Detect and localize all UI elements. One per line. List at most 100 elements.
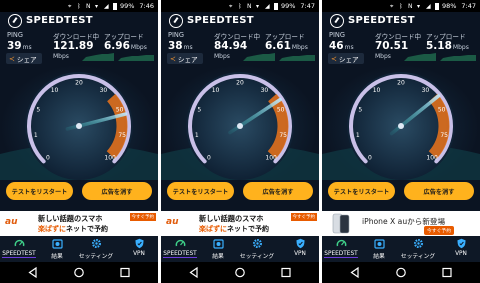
- ad-reserve-button[interactable]: 今すぐ予約: [424, 226, 454, 235]
- nfc-icon: N: [246, 2, 252, 10]
- back-icon[interactable]: [187, 266, 201, 279]
- recent-apps-icon[interactable]: [279, 266, 293, 279]
- ad-banner[interactable]: au 新しい話題のスマホ 楽ぱずにネットで予約 今すぐ予約: [0, 211, 158, 236]
- gauge-tick-label-100: 100: [265, 155, 277, 162]
- speedometer-icon: [336, 239, 346, 247]
- action-buttons: テストをリスタート 広告を消す: [322, 182, 480, 200]
- tab-settings[interactable]: セッティング: [396, 238, 440, 262]
- gauge-tick-label-10: 10: [212, 87, 220, 94]
- gauge-tick-label-0: 0: [207, 155, 211, 162]
- share-label: シェア: [16, 55, 37, 64]
- upload-sparkline: [118, 55, 154, 61]
- gauge-tick-label-0: 0: [46, 155, 50, 162]
- gauge-tick-label-5: 5: [197, 107, 201, 114]
- vpn-shield-icon: [295, 238, 305, 249]
- ping-label: PING: [168, 31, 184, 39]
- status-bar: ⌖ ᛒ N ▾ ◢ 98% 7:47: [322, 0, 480, 12]
- au-logo: au: [5, 217, 18, 227]
- ad-banner[interactable]: iPhone X auから新登場 今すぐ予約: [322, 211, 480, 236]
- speedometer-icon: [14, 239, 24, 247]
- ad-banner[interactable]: au 新しい話題のスマホ 楽ぱずにネットで予約 今すぐ予約: [161, 211, 319, 236]
- home-icon[interactable]: [72, 266, 86, 279]
- recent-apps-icon[interactable]: [118, 266, 132, 279]
- tab-vpn[interactable]: VPN: [285, 238, 315, 262]
- ad-headline: 新しい話題のスマホ: [199, 214, 264, 223]
- share-icon: ≺: [9, 54, 15, 63]
- nfc-icon: N: [407, 2, 413, 10]
- status-bar: ⌖ ᛒ N ▾ ◢ 99% 7:47: [161, 0, 319, 12]
- tab-results[interactable]: 結果: [207, 238, 229, 262]
- home-icon[interactable]: [233, 266, 247, 279]
- gauge-svg: 0 1 5 10 20 30 50 75 100: [161, 72, 319, 180]
- bluetooth-icon: ᛒ: [76, 2, 81, 10]
- remove-ads-button[interactable]: 広告を消す: [243, 182, 313, 200]
- remove-ads-button[interactable]: 広告を消す: [82, 182, 152, 200]
- share-button[interactable]: ≺ シェア: [6, 53, 42, 64]
- wifi-icon: ▾: [255, 2, 259, 10]
- speedtest-screen-2: ⌖ ᛒ N ▾ ◢ 99% 7:47 SPEEDTEST PING 38ms ダ…: [161, 0, 319, 283]
- nfc-icon: N: [85, 2, 91, 10]
- recent-apps-icon[interactable]: [440, 266, 454, 279]
- tab-speedtest[interactable]: SPEEDTEST: [2, 238, 36, 262]
- app-title: SPEEDTEST: [348, 15, 415, 26]
- tab-speedtest[interactable]: SPEEDTEST: [324, 238, 358, 262]
- gauge-tick-label-100: 100: [426, 155, 438, 162]
- download-unit: Mbps: [214, 53, 230, 60]
- location-icon: ⌖: [228, 2, 233, 10]
- results-icon: [212, 239, 224, 249]
- bluetooth-icon: ᛒ: [237, 2, 242, 10]
- ad-headline: 新しい話題のスマホ: [38, 214, 103, 223]
- ping-value: 46ms: [329, 40, 354, 52]
- battery-percent: 99%: [119, 2, 135, 10]
- status-bar: ⌖ ᛒ N ▾ ◢ 99% 7:46: [0, 0, 158, 12]
- wifi-icon: ▾: [416, 2, 420, 10]
- wifi-icon: ▾: [94, 2, 98, 10]
- gauge-tick-label-50: 50: [116, 107, 124, 114]
- back-icon[interactable]: [26, 266, 40, 279]
- ping-value: 39ms: [7, 40, 32, 52]
- vpn-shield-icon: [456, 238, 466, 249]
- restart-test-button[interactable]: テストをリスタート: [328, 182, 395, 200]
- restart-test-button[interactable]: テストをリスタート: [6, 182, 73, 200]
- remove-ads-button[interactable]: 広告を消す: [404, 182, 474, 200]
- gauge-tick-label-10: 10: [51, 87, 59, 94]
- share-button[interactable]: ≺ シェア: [328, 53, 364, 64]
- tab-results[interactable]: 結果: [46, 238, 68, 262]
- ad-reserve-tag[interactable]: 今すぐ予約: [290, 213, 317, 221]
- clock: 7:47: [461, 2, 476, 10]
- gauge-tick-label-50: 50: [438, 107, 446, 114]
- gauge-tick-label-5: 5: [358, 107, 362, 114]
- action-buttons: テストをリスタート 広告を消す: [161, 182, 319, 200]
- tab-results[interactable]: 結果: [368, 238, 390, 262]
- app-header: SPEEDTEST: [322, 12, 480, 30]
- gear-icon: [252, 238, 262, 249]
- gauge-tick-label-75: 75: [440, 132, 448, 139]
- gauge-tick-label-5: 5: [36, 107, 40, 114]
- location-icon: ⌖: [67, 2, 72, 10]
- speed-gauge: 0 1 5 10 20 30 50 75 100: [161, 64, 319, 180]
- tab-vpn[interactable]: VPN: [124, 238, 154, 262]
- download-unit: Mbps: [53, 53, 69, 60]
- speed-gauge: 0 1 5 10 20 30 50 75 100: [322, 64, 480, 180]
- share-label: シェア: [177, 55, 198, 64]
- back-icon[interactable]: [348, 266, 362, 279]
- download-sparkline: [243, 53, 275, 61]
- home-icon[interactable]: [394, 266, 408, 279]
- share-button[interactable]: ≺ シェア: [167, 53, 203, 64]
- tab-settings[interactable]: セッティング: [235, 238, 279, 262]
- restart-test-button[interactable]: テストをリスタート: [167, 182, 234, 200]
- results-icon: [373, 239, 385, 249]
- tab-settings[interactable]: セッティング: [74, 238, 118, 262]
- ping-label: PING: [7, 31, 23, 39]
- signal-icon: ◢: [425, 2, 431, 10]
- signal-icon: ◢: [264, 2, 270, 10]
- tab-speedtest[interactable]: SPEEDTEST: [163, 238, 197, 262]
- ping-value: 38ms: [168, 40, 193, 52]
- gauge-hub: [237, 123, 243, 129]
- app-header: SPEEDTEST: [0, 12, 158, 30]
- clock: 7:46: [139, 2, 154, 10]
- ad-reserve-tag[interactable]: 今すぐ予約: [129, 213, 156, 221]
- gauge-tick-label-100: 100: [104, 155, 116, 162]
- battery-icon: [434, 2, 439, 10]
- tab-vpn[interactable]: VPN: [446, 238, 476, 262]
